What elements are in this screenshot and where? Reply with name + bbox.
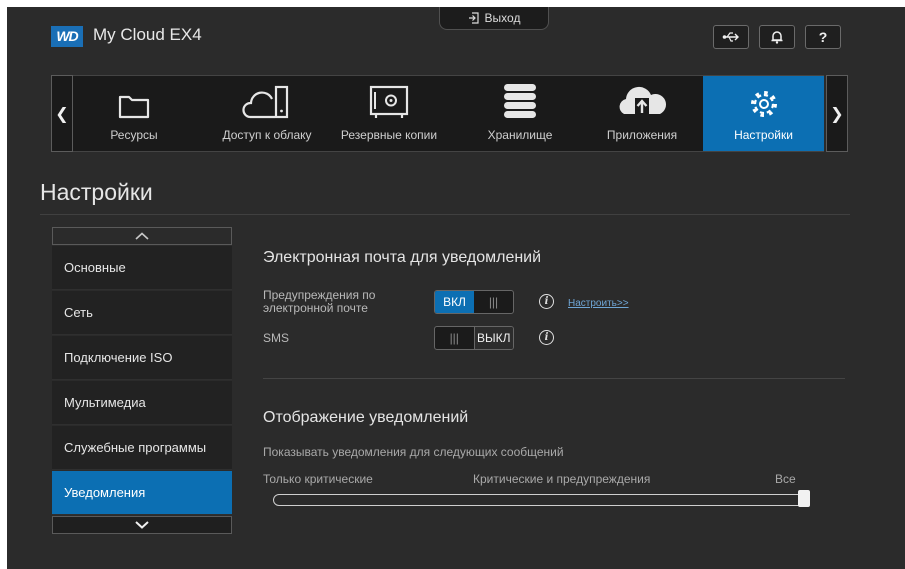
slider-thumb[interactable] xyxy=(798,490,810,507)
toggle-grip: ||| xyxy=(449,331,459,345)
nav-item-apps[interactable]: Приложения xyxy=(581,76,703,151)
sidebar-item-general[interactable]: Основные xyxy=(52,246,232,290)
sidebar-scroll-down-button[interactable] xyxy=(52,516,232,534)
sidebar-item-label: Служебные программы xyxy=(64,440,207,455)
slider-label-critical-warnings: Критические и предупреждения xyxy=(473,472,651,486)
sidebar-item-media[interactable]: Мультимедиа xyxy=(52,381,232,425)
nav-item-label: Резервные копии xyxy=(340,128,438,142)
logout-icon xyxy=(468,12,479,24)
slider-label-all: Все xyxy=(775,472,796,486)
email-alerts-label: Предупреждения по электронной почте xyxy=(263,289,375,315)
logout-button[interactable]: Выход xyxy=(439,7,549,30)
usb-button[interactable] xyxy=(713,25,749,49)
logout-label: Выход xyxy=(484,11,521,25)
toggle-grip: ||| xyxy=(488,295,499,309)
sidebar-item-label: Мультимедиа xyxy=(64,395,146,410)
email-section-title: Электронная почта для уведомлений xyxy=(263,249,542,266)
wd-logo: WD xyxy=(51,26,83,47)
sidebar-item-utilities[interactable]: Служебные программы xyxy=(52,426,232,470)
chevron-up-icon xyxy=(135,232,149,240)
nav-item-label: Доступ к облаку xyxy=(222,128,312,142)
display-description: Показывать уведомления для следующих соо… xyxy=(263,445,564,459)
usb-icon xyxy=(722,32,739,42)
sms-toggle[interactable]: ||| ВЫКЛ xyxy=(434,326,514,350)
sidebar-item-label: Подключение ISO xyxy=(64,350,173,365)
nav-item-label: Хранилище xyxy=(487,128,553,142)
main-nav: Ресурсы Доступ к облаку Резервные копии … xyxy=(73,75,824,152)
safe-icon xyxy=(369,85,409,118)
display-section-title: Отображение уведомлений xyxy=(263,409,469,426)
nav-prev-button[interactable]: ❮ xyxy=(51,75,73,152)
sidebar-item-label: Основные xyxy=(64,260,126,275)
divider xyxy=(263,378,845,379)
divider xyxy=(40,214,850,215)
gear-icon xyxy=(750,91,777,117)
database-icon xyxy=(504,84,536,118)
nav-item-storage[interactable]: Хранилище xyxy=(459,76,581,151)
sidebar-scroll-up-button[interactable] xyxy=(52,227,232,245)
nav-item-label: Ресурсы xyxy=(110,128,158,142)
help-button[interactable]: ? xyxy=(805,25,841,49)
help-icon: ? xyxy=(818,29,828,45)
email-alerts-toggle[interactable]: ВКЛ ||| xyxy=(434,290,514,314)
sms-info-icon[interactable]: i xyxy=(539,330,554,345)
email-alerts-label-line2: электронной почте xyxy=(263,301,368,315)
product-name: My Cloud EX4 xyxy=(93,25,202,44)
cloud-device-icon xyxy=(242,85,289,119)
sidebar-item-iso-mount[interactable]: Подключение ISO xyxy=(52,336,232,380)
nav-item-label: Настройки xyxy=(734,128,793,142)
toggle-off-label: ВЫКЛ xyxy=(473,327,513,349)
app-window: WD My Cloud EX4 Выход ? ❮ ❯ Ресурсы Дост… xyxy=(7,7,905,569)
page-title: Настройки xyxy=(40,179,153,205)
slider-label-critical: Только критические xyxy=(263,472,373,486)
toggle-on-label: ВКЛ xyxy=(435,291,474,313)
configure-link[interactable]: Настроить>> xyxy=(568,298,629,309)
sms-label: SMS xyxy=(263,331,290,345)
nav-item-resources[interactable]: Ресурсы xyxy=(73,76,195,151)
nav-next-button[interactable]: ❯ xyxy=(826,75,848,152)
sidebar-item-notifications[interactable]: Уведомления xyxy=(52,471,232,515)
sidebar-item-label: Уведомления xyxy=(64,485,146,500)
nav-item-backups[interactable]: Резервные копии xyxy=(328,76,450,151)
chevron-left-icon: ❮ xyxy=(55,105,69,123)
nav-item-label: Приложения xyxy=(606,128,678,142)
nav-item-cloud-access[interactable]: Доступ к облаку xyxy=(206,76,328,151)
nav-item-settings[interactable]: Настройки xyxy=(703,76,824,151)
apps-cloud-icon xyxy=(619,86,667,114)
email-alerts-info-icon[interactable]: i xyxy=(539,294,554,309)
sidebar-item-label: Сеть xyxy=(64,305,93,320)
folder-icon xyxy=(118,95,150,119)
notification-level-slider[interactable] xyxy=(273,494,807,506)
chevron-down-icon xyxy=(135,521,149,529)
chevron-right-icon: ❯ xyxy=(830,105,844,123)
notifications-button[interactable] xyxy=(759,25,795,49)
sidebar-item-network[interactable]: Сеть xyxy=(52,291,232,335)
bell-icon xyxy=(771,31,783,44)
